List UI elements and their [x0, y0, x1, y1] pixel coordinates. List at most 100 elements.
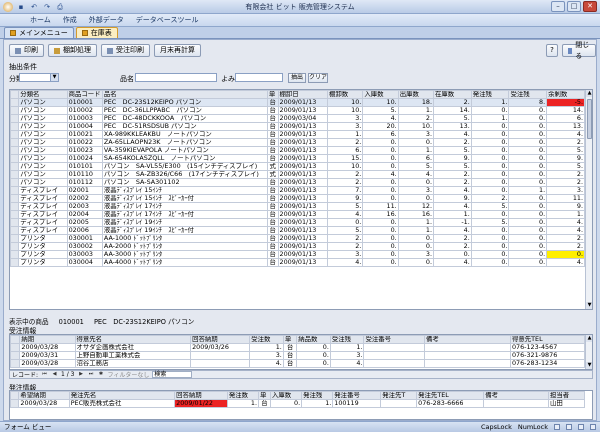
extract-button[interactable]: 抽出: [288, 73, 306, 83]
minimize-button[interactable]: –: [551, 1, 565, 12]
inventory-row[interactable]: パソコン 010021 XA-989KKLEAKBU ノートパソコン台 2009/01…: [10, 130, 585, 139]
inventory-row[interactable]: パソコン 010022 ZA-65LLAOPN23K ノートパソコン台 2009/01…: [10, 138, 585, 147]
inventory-row[interactable]: パソコン 010003 PEC DC-48DCKKOOA パソコン台 2009/03/…: [10, 114, 585, 123]
row-selector[interactable]: [10, 106, 20, 115]
inventory-row[interactable]: ディスプレイ 02003 液晶ﾃﾞｨｽﾌﾟﾚｲ 17ｲﾝﾁ台 2009/01/13 5.…: [10, 202, 585, 211]
no-filter-indicator[interactable]: フィルターなし: [108, 370, 150, 379]
name-input[interactable]: [135, 73, 217, 82]
inventory-column-header: 出庫数: [397, 90, 435, 99]
row-selector[interactable]: [10, 122, 20, 131]
orders-row[interactable]: 2009/03/28 沼谷工務店 4. 台 0. 4. 076-283-1234: [10, 359, 586, 368]
design-view-icon[interactable]: [590, 424, 596, 430]
row-selector[interactable]: [10, 146, 20, 155]
orders-row[interactable]: 2009/03/31 上野自動車工業株式会 3. 台 0. 3. 076-321-9876: [10, 351, 586, 360]
inventory-row[interactable]: パソコン 010024 SA-654KOLASZQLL ノートパソコン台 2009/0…: [10, 154, 585, 163]
inventory-row[interactable]: パソコン 010023 VA-359KIEVAPOLA ノートパソコン台 2009/0…: [10, 146, 585, 155]
maximize-button[interactable]: □: [567, 1, 581, 12]
inventory-row[interactable]: パソコン 010112 パソコン SA-SA301102 台 2009/01/13 2. 0…: [10, 178, 585, 187]
form-view-icon[interactable]: [554, 424, 560, 430]
inventory-row[interactable]: プリンタ 030003 AA-3000 ﾄﾞｯﾄﾌﾟﾘﾝﾀ台 2009/01/13 3.…: [10, 250, 585, 259]
new-record-icon[interactable]: ✱: [98, 371, 105, 378]
inventory-row[interactable]: プリンタ 030004 AA-4000 ﾄﾞｯﾄﾌﾟﾘﾝﾀ台 2009/01/13 4.…: [10, 258, 585, 267]
orders-row[interactable]: 2009/03/28 オサダ企画株式会社 2009/03/26 1. 台 0. 1. 076-…: [10, 343, 586, 352]
purchase-column-header: 備考: [483, 391, 549, 400]
layout-view-icon[interactable]: [578, 424, 584, 430]
row-selector[interactable]: [10, 234, 20, 243]
inventory-row[interactable]: パソコン 010001 PEC DC-23S12KEIPO パソコン台 2009/01…: [10, 98, 585, 107]
inventory-row[interactable]: パソコン 010101 パソコン SA-VL55/E300 (15インチディスプレイ…: [10, 162, 585, 171]
inventory-row[interactable]: プリンタ 030002 AA-2000 ﾄﾞｯﾄﾌﾟﾘﾝﾀ台 2009/01/13 2.…: [10, 242, 585, 251]
row-selector[interactable]: [10, 202, 20, 211]
row-selector[interactable]: [10, 210, 20, 219]
ribbon-tab-external-data[interactable]: 外部データ: [89, 15, 124, 25]
inventory-row[interactable]: ディスプレイ 02004 液晶ﾃﾞｨｽﾌﾟﾚｲ 17ｲﾝﾁ ｽﾋﾟｰｶｰ付台 2009…: [10, 210, 585, 219]
print-button[interactable]: 印刷: [9, 44, 44, 57]
order-print-button[interactable]: 受注印刷: [101, 44, 150, 57]
row-selector[interactable]: [10, 258, 20, 267]
row-selector[interactable]: [10, 391, 20, 400]
row-selector[interactable]: [10, 226, 20, 235]
purchase-cell: [483, 399, 549, 408]
chevron-down-icon[interactable]: ▼: [50, 74, 58, 81]
tab-inventory[interactable]: 在庫表: [75, 27, 118, 38]
ribbon-tab-create[interactable]: 作成: [63, 15, 77, 25]
row-selector[interactable]: [10, 130, 20, 139]
ribbon-tab-home[interactable]: ホーム: [30, 15, 51, 25]
inventory-scrollbar[interactable]: ▲ ▼: [585, 90, 592, 309]
inventory-cell: 0.: [362, 146, 399, 155]
row-selector[interactable]: [10, 90, 20, 99]
last-record-icon[interactable]: ⏭: [88, 371, 95, 378]
row-selector[interactable]: [10, 170, 20, 179]
ribbon-tab-database-tools[interactable]: データベースツール: [136, 15, 199, 25]
record-position[interactable]: 1 / 3: [61, 371, 74, 378]
stocktake-button[interactable]: 棚卸処理: [48, 44, 97, 57]
row-selector[interactable]: [10, 343, 21, 352]
clear-button[interactable]: クリア: [308, 73, 328, 83]
inventory-row[interactable]: パソコン 010002 PEC DC-36LLPPABC パソコン台 2009/01/…: [10, 106, 585, 115]
first-record-icon[interactable]: ⏮: [41, 371, 48, 378]
inventory-row[interactable]: プリンタ 030001 AA-1000 ﾄﾞｯﾄﾌﾟﾘﾝﾀ台 2009/01/13 2.…: [10, 234, 585, 243]
purchase-row[interactable]: 2009/03/28 PEC販売株式会社 2009/01/22 1. 台 0. 1. 1001…: [10, 399, 586, 408]
row-selector[interactable]: [10, 359, 21, 368]
orders-cell: 沼谷工務店: [74, 359, 192, 368]
next-record-icon[interactable]: ▶: [78, 371, 85, 378]
row-selector[interactable]: [10, 242, 20, 251]
scroll-thumb[interactable]: [587, 99, 592, 139]
row-selector[interactable]: [10, 194, 20, 203]
inventory-row[interactable]: ディスプレイ 02005 液晶ﾃﾞｨｽﾌﾟﾚｲ 19ｲﾝﾁ台 2009/01/13 0.…: [10, 218, 585, 227]
row-selector[interactable]: [10, 335, 21, 344]
help-button[interactable]: ?: [546, 44, 558, 57]
datasheet-view-icon[interactable]: [566, 424, 572, 430]
row-selector[interactable]: [10, 399, 20, 408]
inventory-row[interactable]: ディスプレイ 02001 液晶ﾃﾞｨｽﾌﾟﾚｲ 15ｲﾝﾁ台 2009/01/13 7.…: [10, 186, 585, 195]
inventory-row[interactable]: ディスプレイ 02006 液晶ﾃﾞｨｽﾌﾟﾚｲ 19ｲﾝﾁ ｽﾋﾟｰｶｰ付台 2009…: [10, 226, 585, 235]
row-selector[interactable]: [10, 186, 20, 195]
category-select[interactable]: ▼: [19, 73, 59, 82]
row-selector[interactable]: [10, 250, 20, 259]
scroll-down-icon[interactable]: ▼: [586, 302, 592, 309]
inventory-cell: パソコン: [18, 122, 68, 131]
row-selector[interactable]: [10, 351, 21, 360]
scroll-down-icon[interactable]: ▼: [586, 362, 592, 369]
row-selector[interactable]: [10, 162, 20, 171]
row-selector[interactable]: [10, 178, 20, 187]
row-selector[interactable]: [10, 98, 20, 107]
scroll-up-icon[interactable]: ▲: [586, 335, 592, 342]
prev-record-icon[interactable]: ◀: [51, 371, 58, 378]
search-input[interactable]: 検索: [152, 371, 193, 378]
row-selector[interactable]: [10, 154, 20, 163]
row-selector[interactable]: [10, 138, 20, 147]
month-recalc-button[interactable]: 月末再計算: [154, 44, 201, 57]
close-window-button[interactable]: ✕: [583, 1, 597, 12]
scroll-up-icon[interactable]: ▲: [586, 90, 592, 97]
tab-main-menu[interactable]: メインメニュー: [4, 27, 74, 38]
row-selector[interactable]: [10, 218, 20, 227]
orders-scrollbar[interactable]: ▲ ▼: [585, 335, 592, 369]
inventory-row[interactable]: パソコン 010004 PEC DC-51RSDSUB パソコン台 2009/01/1…: [10, 122, 585, 131]
close-form-button[interactable]: 閉じる: [562, 41, 596, 60]
inventory-row[interactable]: パソコン 010110 パソコン SA-ZB326/C66 (17インチディスプレイ…: [10, 170, 585, 179]
inventory-cell: パソコン: [18, 170, 68, 179]
reading-input[interactable]: [235, 73, 283, 82]
row-selector[interactable]: [10, 114, 20, 123]
inventory-row[interactable]: ディスプレイ 02002 液晶ﾃﾞｨｽﾌﾟﾚｲ 15ｲﾝﾁ ｽﾋﾟｰｶｰ付台 2009…: [10, 194, 585, 203]
